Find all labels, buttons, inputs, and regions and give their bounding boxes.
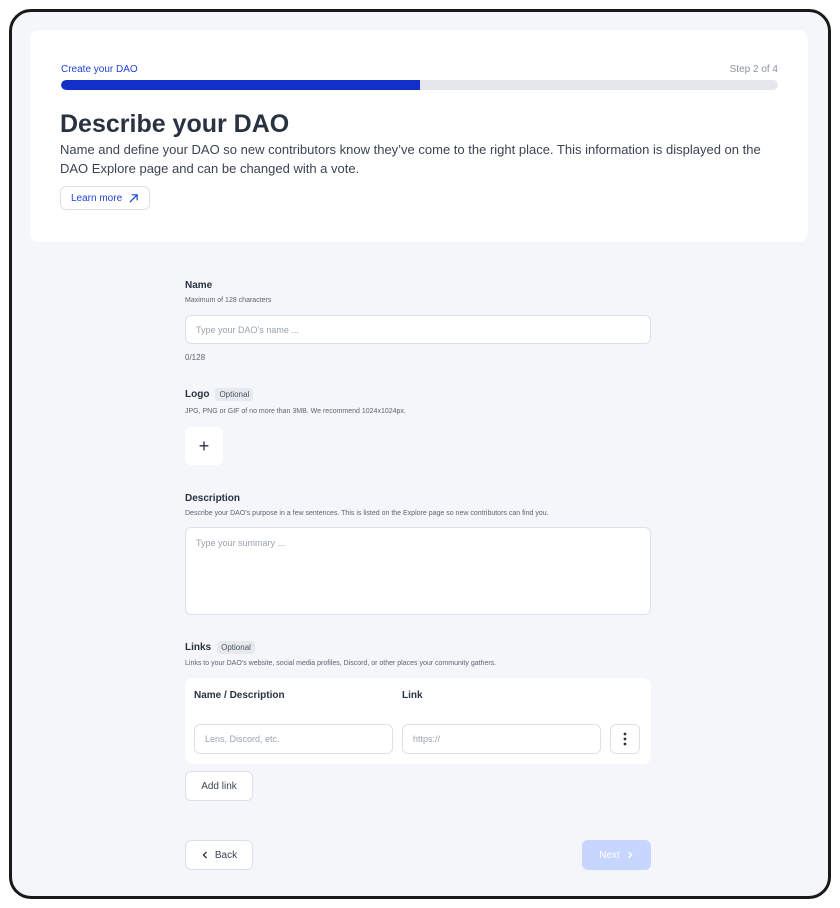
back-button[interactable]: Back — [185, 840, 253, 870]
dao-name-input[interactable]: Type your DAO’s name ... — [185, 315, 651, 344]
links-table: Name / Description Link Lens, Discord, e… — [185, 678, 651, 764]
add-link-label: Add link — [201, 780, 237, 792]
back-label: Back — [214, 849, 238, 861]
wizard-step-title: Create your DAO — [61, 64, 138, 75]
page-description: Name and define your DAO so new contribu… — [60, 142, 761, 176]
dao-name-placeholder: Type your DAO’s name ... — [196, 324, 299, 335]
logo-label-text: Logo — [185, 389, 210, 400]
description-placeholder: Type your summary ... — [196, 538, 286, 548]
logo-label: Logo Optional — [185, 388, 254, 401]
links-optional-tag: Optional — [217, 641, 255, 654]
links-help: Links to your DAO’s website, social medi… — [185, 660, 497, 667]
wizard-header-card: Create your DAO Step 2 of 4 Describe you… — [30, 30, 808, 242]
next-label: Next — [599, 849, 620, 861]
chevron-left-icon — [202, 851, 207, 859]
link-name-placeholder: Lens, Discord, etc. — [205, 734, 280, 744]
name-label: Name — [185, 280, 212, 291]
add-link-button[interactable]: Add link — [185, 771, 253, 801]
logo-optional-tag: Optional — [215, 388, 254, 401]
learn-more-button[interactable]: Learn more — [60, 186, 151, 210]
name-char-counter: 0/128 — [185, 353, 206, 362]
column-header-link: Link — [402, 690, 423, 701]
page-title: Describe your DAO — [60, 110, 290, 138]
progress-bar — [61, 80, 778, 90]
link-row-menu-button[interactable] — [610, 724, 640, 754]
progress-bar-fill — [61, 80, 420, 90]
next-button[interactable]: Next — [582, 840, 651, 870]
name-label-text: Name — [185, 280, 213, 291]
logo-help: JPG, PNG or GIF of no more than 3MB. We … — [185, 408, 406, 415]
link-name-input[interactable]: Lens, Discord, etc. — [194, 724, 393, 754]
links-label: Links Optional — [185, 641, 255, 654]
description-label: Description — [185, 493, 240, 504]
link-url-input[interactable]: https:// — [402, 724, 601, 754]
chevron-right-icon — [627, 851, 633, 859]
arrow-up-right-icon — [129, 193, 138, 203]
links-label-text: Links — [185, 642, 212, 653]
description-help: Describe your DAO’s purpose in a few sen… — [185, 510, 549, 517]
app-window: Create your DAO Step 2 of 4 Describe you… — [9, 9, 831, 899]
name-help: Maximum of 128 characters — [185, 297, 272, 304]
column-header-name: Name / Description — [194, 690, 285, 701]
plus-icon: + — [198, 435, 210, 456]
link-url-placeholder: https:// — [413, 734, 441, 744]
learn-more-label: Learn more — [71, 192, 123, 204]
kebab-menu-icon — [623, 732, 627, 746]
wizard-step-count: Step 2 of 4 — [729, 64, 778, 75]
description-textarea[interactable]: Type your summary ... — [185, 527, 651, 615]
logo-upload-button[interactable]: + — [185, 427, 223, 465]
description-label-text: Description — [185, 493, 241, 504]
